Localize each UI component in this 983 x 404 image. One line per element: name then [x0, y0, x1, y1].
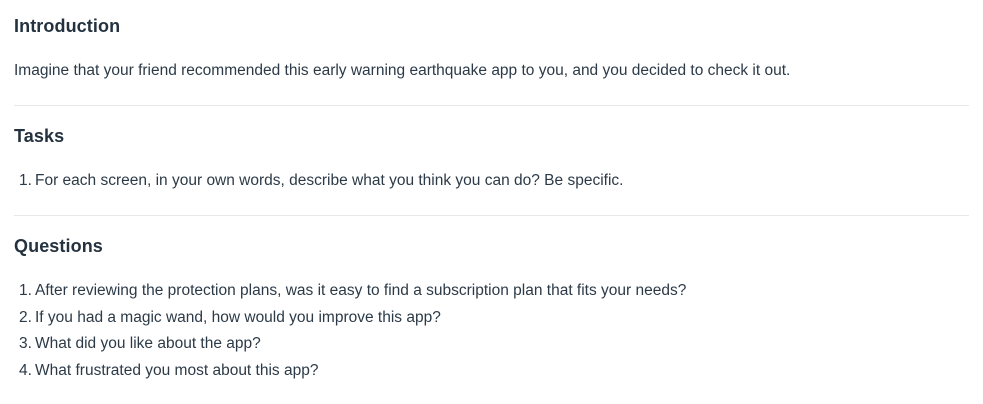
list-item: 2. If you had a magic wand, how would you… — [14, 305, 686, 332]
list-item-text: After reviewing the protection plans, wa… — [35, 282, 687, 299]
introduction-heading: Introduction — [14, 16, 121, 36]
list-item: 3. What did you like about the app? — [14, 331, 686, 358]
list-item: 1. For each screen, in your own words, de… — [14, 168, 623, 195]
list-item-number: 4. — [19, 361, 32, 379]
list-item-text: If you had a magic wand, how would you i… — [35, 308, 441, 326]
list-item: 4. What frustrated you most about this ap… — [14, 358, 686, 385]
introduction-text: Imagine that your friend recommended thi… — [14, 62, 791, 79]
list-item-text: For each screen, in your own words, desc… — [35, 172, 624, 189]
test-plan-page: Introduction Imagine that your friend re… — [0, 0, 983, 404]
list-item-number: 1. — [19, 172, 32, 189]
list-item-number: 2. — [19, 308, 32, 326]
list-item: 1. After reviewing the protection plans, … — [14, 278, 686, 305]
list-item-number: 1. — [19, 282, 32, 299]
questions-list: 1. After reviewing the protection plans, … — [14, 278, 686, 384]
tasks-list: 1. For each screen, in your own words, de… — [14, 168, 623, 195]
list-item-number: 3. — [19, 335, 32, 352]
questions-heading: Questions — [14, 236, 103, 256]
section-divider — [14, 105, 969, 106]
list-item-text: What frustrated you most about this app? — [35, 361, 319, 379]
list-item-text: What did you like about the app? — [35, 335, 261, 352]
section-divider — [14, 215, 969, 216]
tasks-heading: Tasks — [14, 126, 65, 146]
